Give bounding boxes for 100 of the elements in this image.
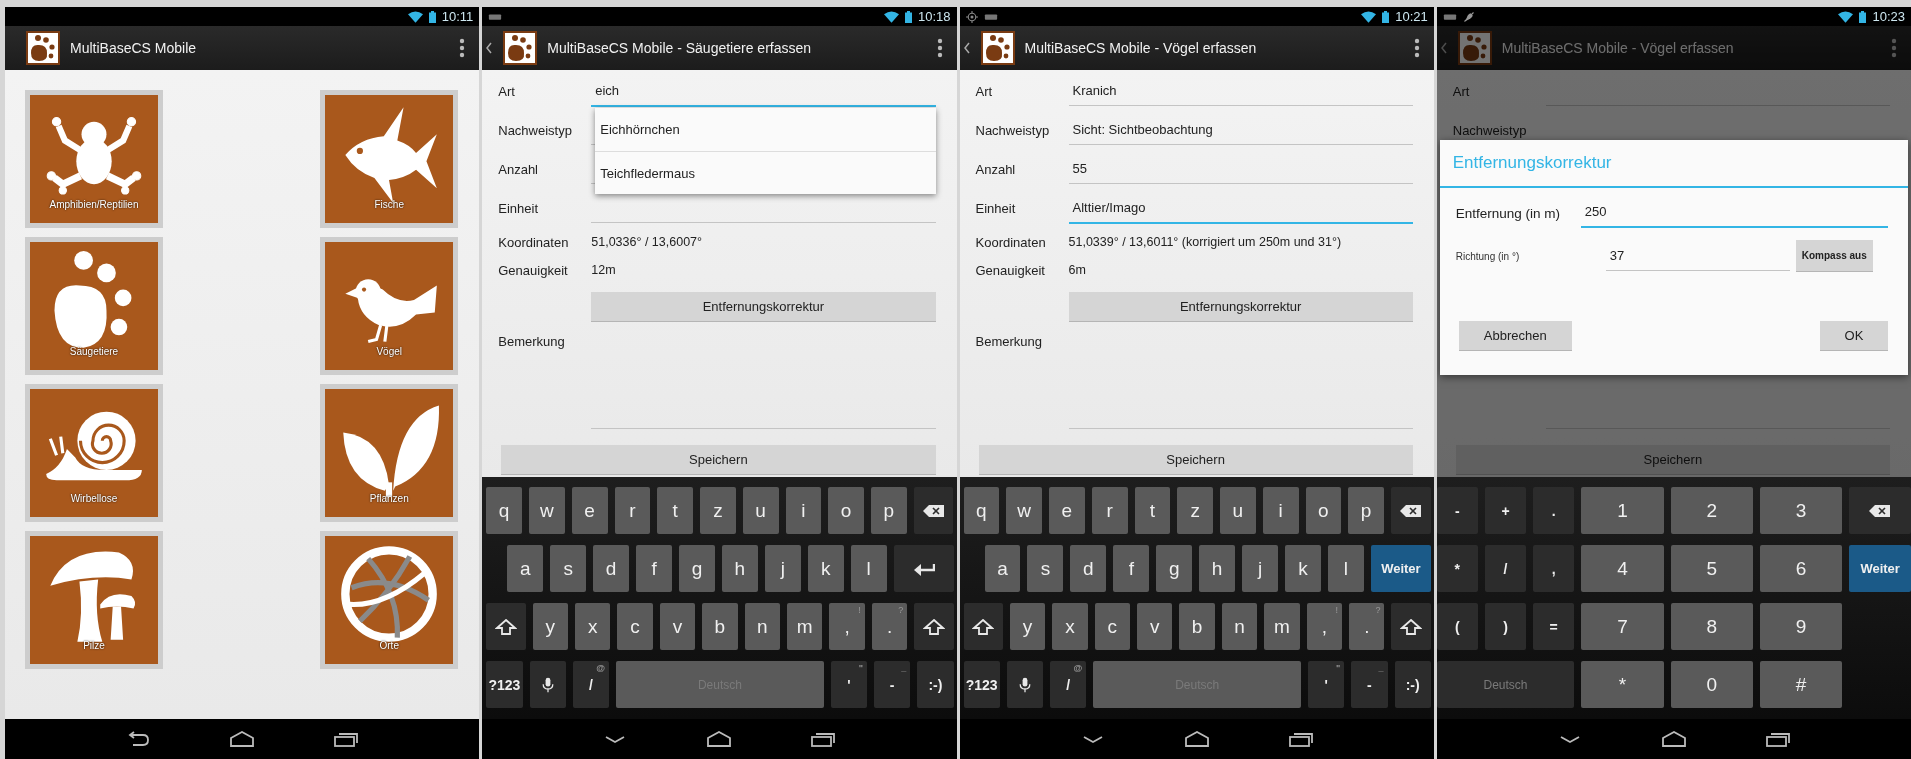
category-tile[interactable]: Pflanzen — [320, 384, 459, 522]
backspace-key[interactable] — [913, 487, 954, 534]
recent-apps-icon[interactable] — [1287, 731, 1314, 747]
keyboard-key[interactable]: 5 — [1670, 545, 1753, 592]
category-tile[interactable]: Vögel — [320, 237, 459, 375]
keyboard-key[interactable]: b — [1179, 603, 1215, 650]
overflow-menu-icon[interactable] — [1413, 38, 1420, 58]
keyboard-key[interactable]: k — [807, 545, 844, 592]
keyboard-key[interactable]: k — [1285, 545, 1321, 592]
keyboard-key[interactable]: s — [550, 545, 587, 592]
keyboard-key[interactable]: + — [1484, 487, 1527, 534]
keyboard-key[interactable]: n — [1221, 603, 1258, 650]
keyboard-key[interactable]: h — [721, 545, 758, 592]
suggestion-item[interactable]: Teichfledermaus — [595, 151, 936, 194]
keyboard-key[interactable]: o — [828, 487, 864, 534]
keyboard-key[interactable]: 2 — [1670, 487, 1753, 534]
keyboard-key[interactable]: 3 — [1759, 487, 1843, 534]
shift-key[interactable] — [963, 603, 1003, 650]
text-field[interactable]: Kranich — [1068, 83, 1413, 106]
keyboard-key[interactable]: q — [486, 487, 522, 534]
recent-apps-icon[interactable] — [810, 731, 837, 747]
home-icon[interactable] — [1660, 731, 1687, 747]
keyboard-key[interactable]: r — [1091, 487, 1128, 534]
keyboard-key[interactable]: - — [1436, 487, 1478, 534]
category-tile[interactable]: Fische — [320, 90, 459, 228]
keyboard-key[interactable]: a — [984, 545, 1021, 592]
keyboard-key[interactable]: 6 — [1759, 545, 1843, 592]
keyboard-key[interactable]: i — [1262, 487, 1299, 534]
shift-key[interactable] — [914, 603, 954, 650]
keyboard-key[interactable]: 0 — [1670, 661, 1753, 708]
keyboard-key[interactable]: = — [1533, 603, 1575, 650]
keyboard-key[interactable]: 7 — [1581, 603, 1664, 650]
keyboard-key[interactable]: n — [744, 603, 780, 650]
keyboard-key[interactable]: j — [1242, 545, 1279, 592]
text-field[interactable]: 37 — [1605, 247, 1790, 271]
back-caret-icon[interactable] — [963, 42, 970, 54]
distance-correction-button[interactable]: Entfernungskorrektur — [591, 292, 936, 322]
next-key[interactable]: Weiter — [1370, 545, 1431, 592]
keyboard-key[interactable]: / — [1484, 545, 1527, 592]
keyboard-key[interactable]: w — [1006, 487, 1042, 534]
keyboard-key[interactable]: w — [529, 487, 565, 534]
keyboard-key[interactable]: 9 — [1759, 603, 1843, 650]
keyboard-key[interactable]: 4 — [1581, 545, 1664, 592]
ok-button[interactable]: OK — [1820, 321, 1888, 351]
keyboard-key[interactable]: . — [1533, 487, 1575, 534]
app-logo-icon[interactable] — [503, 31, 538, 65]
keyboard-key[interactable]: , ! — [829, 603, 865, 650]
keyboard-key[interactable]: / @ — [1050, 661, 1087, 708]
home-icon[interactable] — [1183, 731, 1210, 747]
shift-key[interactable] — [1391, 603, 1431, 650]
keyboard-key[interactable]: j — [764, 545, 801, 592]
category-tile[interactable]: Pilze — [25, 531, 163, 669]
keyboard-key[interactable]: . ? — [1349, 603, 1385, 650]
app-logo-icon[interactable] — [26, 31, 60, 65]
microphone-key[interactable] — [529, 661, 566, 708]
keyboard-key[interactable]: - _ — [873, 661, 911, 708]
microphone-key[interactable] — [1006, 661, 1044, 708]
suggestion-item[interactable]: Eichhörnchen — [595, 108, 936, 151]
keyboard-key[interactable]: ) — [1484, 603, 1527, 650]
keyboard-key[interactable]: :-) — [1394, 661, 1431, 708]
keyboard-key[interactable]: ?123 — [486, 661, 523, 708]
language-key[interactable]: Deutsch — [1436, 661, 1575, 708]
keyboard-key[interactable]: r — [614, 487, 651, 534]
keyboard-key[interactable]: l — [850, 545, 887, 592]
keyboard-key[interactable]: v — [1137, 603, 1173, 650]
overflow-menu-icon[interactable] — [936, 38, 943, 58]
distance-correction-button[interactable]: Entfernungskorrektur — [1068, 292, 1413, 322]
keyboard-key[interactable]: e — [1049, 487, 1085, 534]
recent-apps-icon[interactable] — [333, 731, 360, 747]
save-button[interactable]: Speichern — [501, 445, 936, 475]
category-tile[interactable]: Orte — [320, 531, 459, 669]
keyboard-key[interactable]: ' " — [1307, 661, 1345, 708]
keyboard-key[interactable]: * — [1436, 545, 1478, 592]
keyboard-key[interactable]: / @ — [572, 661, 610, 708]
text-field[interactable]: 250 — [1580, 204, 1888, 228]
text-field[interactable]: 55 — [1068, 161, 1413, 184]
keyboard-key[interactable]: s — [1027, 545, 1064, 592]
keyboard-key[interactable]: z — [700, 487, 736, 534]
text-field[interactable]: Sicht: Sichtbeobachtung — [1068, 122, 1413, 145]
home-icon[interactable] — [229, 731, 256, 747]
keyboard-key[interactable]: ?123 — [963, 661, 1000, 708]
keyboard-key[interactable]: e — [571, 487, 608, 534]
keyboard-key[interactable]: * — [1581, 661, 1664, 708]
backspace-key[interactable] — [1391, 487, 1431, 534]
category-tile[interactable]: Wirbellose — [25, 384, 163, 522]
keyboard-key[interactable]: t — [1134, 487, 1171, 534]
keyboard-key[interactable]: u — [1220, 487, 1256, 534]
keyboard-key[interactable]: d — [593, 545, 630, 592]
keyboard-key[interactable]: u — [742, 487, 779, 534]
keyboard-key[interactable]: f — [1113, 545, 1150, 592]
shift-key[interactable] — [486, 603, 526, 650]
keyboard-key[interactable]: c — [1094, 603, 1131, 650]
keyboard-key[interactable]: m — [787, 603, 823, 650]
save-button[interactable]: Speichern — [978, 445, 1413, 475]
keyboard-key[interactable]: h — [1199, 545, 1236, 592]
keyboard-key[interactable]: g — [679, 545, 715, 592]
keyboard-key[interactable]: p — [871, 487, 907, 534]
keyboard-key[interactable]: f — [636, 545, 672, 592]
keyboard-key[interactable]: ( — [1436, 603, 1478, 650]
text-field[interactable]: Alttier/Imago — [1068, 199, 1413, 224]
